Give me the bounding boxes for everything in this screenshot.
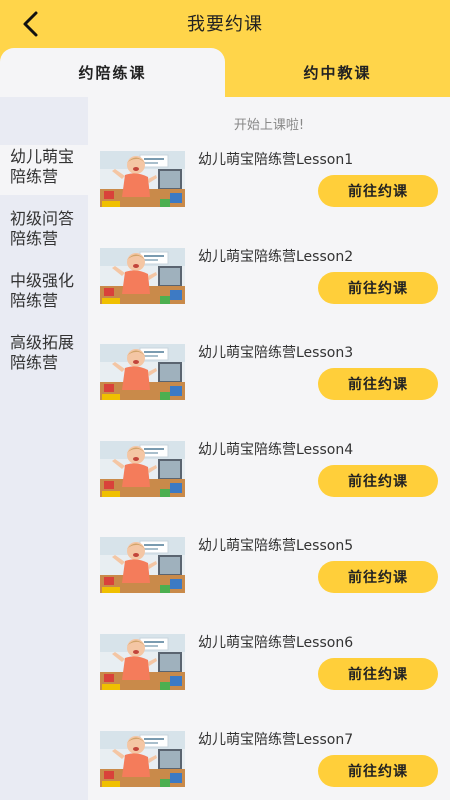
sidebar-item-label: 初级问答 [10, 209, 75, 228]
sidebar-item-label: 陪练营 [10, 291, 59, 310]
lesson-row[interactable]: 幼儿萌宝陪练营Lesson6 前往约课 [88, 632, 450, 692]
lesson-title: 幼儿萌宝陪练营Lesson7 [198, 732, 354, 748]
book-lesson-button[interactable]: 前往约课 [318, 368, 438, 400]
sidebar-item-toddler[interactable]: 幼儿萌宝 陪练营 [0, 145, 88, 195]
book-lesson-button[interactable]: 前往约课 [318, 465, 438, 497]
lesson-row[interactable]: 幼儿萌宝陪练营Lesson5 前往约课 [88, 535, 450, 595]
lesson-title: 幼儿萌宝陪练营Lesson3 [198, 345, 354, 361]
lesson-thumbnail[interactable] [100, 731, 185, 787]
sidebar-item-label: 陪练营 [10, 167, 59, 186]
lesson-row[interactable]: 幼儿萌宝陪练营Lesson4 前往约课 [88, 439, 450, 499]
book-lesson-button[interactable]: 前往约课 [318, 561, 438, 593]
sidebar-item-beginner[interactable]: 初级问答 陪练营 [0, 209, 88, 249]
lesson-title: 幼儿萌宝陪练营Lesson2 [198, 249, 354, 265]
book-lesson-button[interactable]: 前往约课 [318, 272, 438, 304]
sidebar-item-advanced[interactable]: 高级拓展 陪练营 [0, 333, 88, 373]
lesson-list: 开始上课啦! 幼儿萌宝陪练营Lesson1 前往约课 幼儿萌宝陪练营Lesson2 前… [88, 97, 450, 800]
lesson-thumbnail[interactable] [100, 634, 185, 690]
category-sidebar: 幼儿萌宝 陪练营 初级问答 陪练营 中级强化 陪练营 高级拓展 陪练营 [0, 97, 88, 800]
sidebar-item-label: 高级拓展 [10, 333, 75, 352]
tab-practice[interactable]: 约陪练课 [0, 48, 225, 97]
lesson-thumbnail[interactable] [100, 441, 185, 497]
lesson-title: 幼儿萌宝陪练营Lesson1 [198, 152, 354, 168]
lesson-title: 幼儿萌宝陪练营Lesson4 [198, 442, 354, 458]
sidebar-item-intermediate[interactable]: 中级强化 陪练营 [0, 271, 88, 311]
lesson-title: 幼儿萌宝陪练营Lesson6 [198, 635, 354, 651]
book-lesson-button[interactable]: 前往约课 [318, 658, 438, 690]
lesson-row[interactable]: 幼儿萌宝陪练营Lesson2 前往约课 [88, 246, 450, 306]
sidebar-item-label: 陪练营 [10, 353, 59, 372]
lesson-row[interactable]: 幼儿萌宝陪练营Lesson3 前往约课 [88, 342, 450, 402]
notice-text: 开始上课啦! [233, 118, 305, 133]
lesson-row[interactable]: 幼儿萌宝陪练营Lesson7 前往约课 [88, 729, 450, 789]
lesson-thumbnail[interactable] [100, 344, 185, 400]
page-title: 我要约课 [187, 14, 263, 35]
sidebar-item-label: 幼儿萌宝 [10, 147, 75, 166]
tab-chinese-teacher[interactable]: 约中教课 [225, 48, 450, 97]
lesson-thumbnail[interactable] [100, 248, 185, 304]
book-lesson-button[interactable]: 前往约课 [318, 175, 438, 207]
lesson-thumbnail[interactable] [100, 537, 185, 593]
lesson-title: 幼儿萌宝陪练营Lesson5 [198, 538, 354, 554]
lesson-thumbnail[interactable] [100, 151, 185, 207]
sidebar-item-label: 中级强化 [10, 271, 75, 290]
lesson-row[interactable]: 幼儿萌宝陪练营Lesson1 前往约课 [88, 149, 450, 209]
book-lesson-button[interactable]: 前往约课 [318, 755, 438, 787]
sidebar-item-label: 陪练营 [10, 229, 59, 248]
